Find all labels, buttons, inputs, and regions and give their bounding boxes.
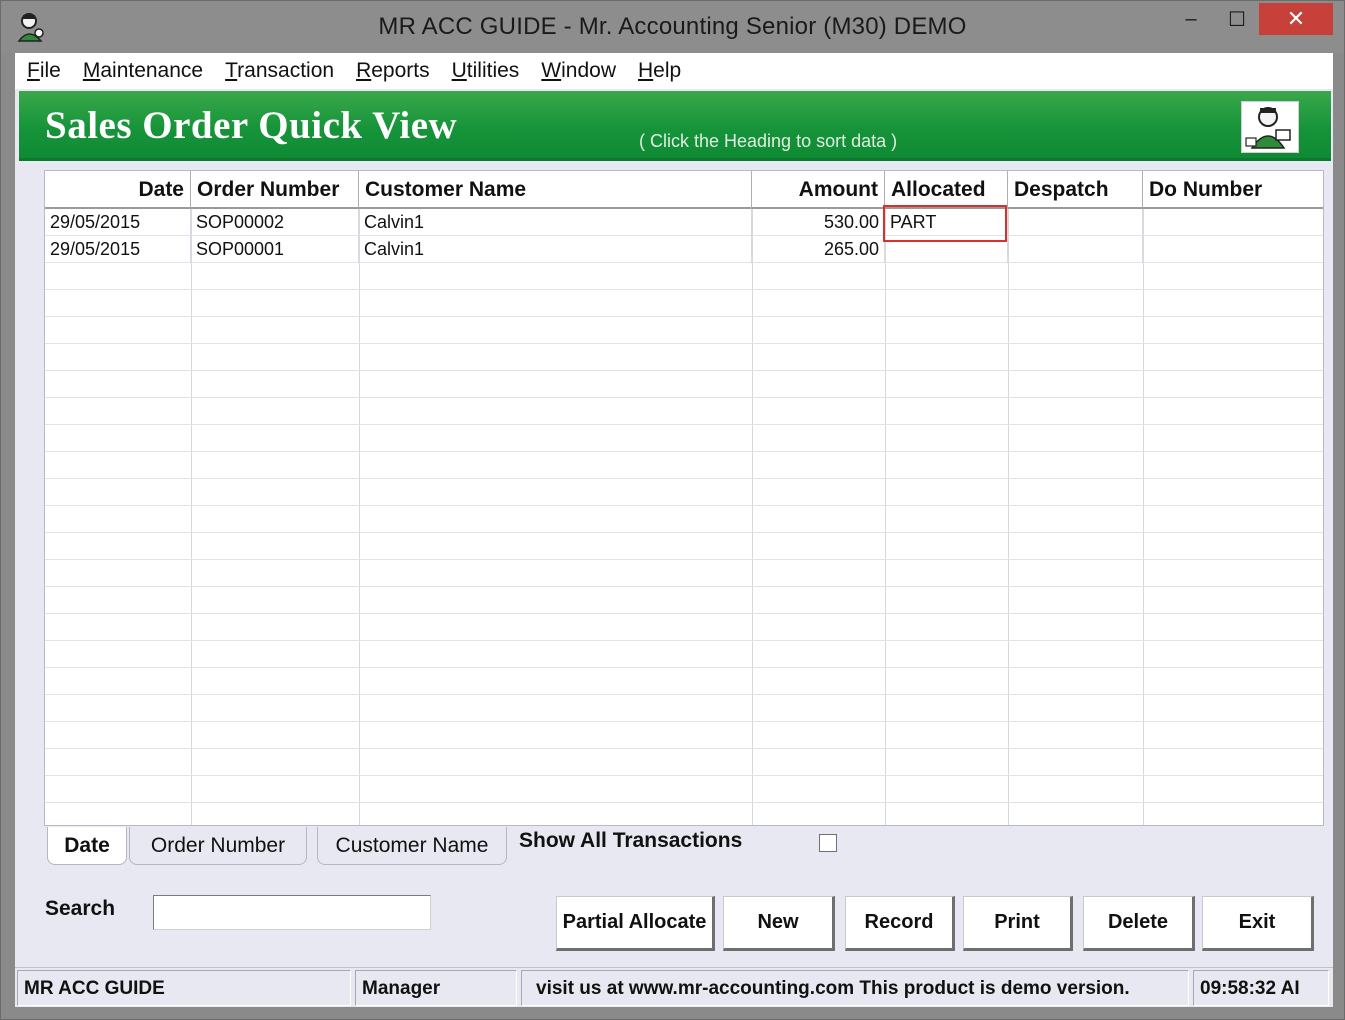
page-title: Sales Order Quick View: [45, 104, 458, 147]
column-header-despatch[interactable]: Despatch: [1008, 171, 1143, 209]
menu-maintenance-label: aintenance: [100, 59, 204, 82]
search-label: Search: [45, 897, 116, 920]
empty-table-row[interactable]: [45, 344, 1323, 371]
empty-table-row[interactable]: [45, 371, 1323, 398]
column-header-allocated[interactable]: Allocated: [885, 171, 1008, 209]
cell-despatch: [1008, 236, 1143, 263]
table-row[interactable]: 29/05/2015 SOP00002 Calvin1 530.00 PART: [45, 209, 1323, 236]
cell-date: 29/05/2015: [45, 236, 191, 263]
menu-window[interactable]: Window: [541, 59, 616, 83]
form-banner: Sales Order Quick View ( Click the Headi…: [19, 91, 1331, 161]
menu-transaction-label: ransaction: [237, 59, 335, 82]
empty-table-row[interactable]: [45, 749, 1323, 776]
column-header-customer-name[interactable]: Customer Name: [359, 171, 752, 209]
menu-utilities-key: U: [451, 59, 467, 82]
column-header-do-number[interactable]: Do Number: [1143, 171, 1323, 209]
cell-order-number: SOP00001: [191, 236, 359, 263]
tab-order-number[interactable]: Order Number: [129, 827, 307, 865]
tab-date[interactable]: Date: [47, 827, 127, 865]
sales-order-quick-view-form: Sales Order Quick View ( Click the Headi…: [15, 89, 1333, 1007]
cell-date: 29/05/2015: [45, 209, 191, 236]
empty-table-row[interactable]: [45, 263, 1323, 290]
empty-table-row[interactable]: [45, 668, 1323, 695]
menu-window-label: indow: [561, 59, 616, 82]
table-row[interactable]: 29/05/2015 SOP00001 Calvin1 265.00: [45, 236, 1323, 263]
cell-despatch: [1008, 209, 1143, 236]
empty-table-row[interactable]: [45, 398, 1323, 425]
grid-body: 29/05/2015 SOP00002 Calvin1 530.00 PART …: [45, 209, 1323, 825]
partial-allocate-button[interactable]: Partial Allocate: [556, 896, 715, 951]
menu-reports-label: eports: [371, 59, 430, 82]
empty-table-row[interactable]: [45, 641, 1323, 668]
menu-help-label: elp: [653, 59, 682, 82]
show-all-transactions-checkbox[interactable]: [819, 834, 837, 852]
column-header-amount[interactable]: Amount: [752, 171, 885, 209]
exit-button[interactable]: Exit: [1202, 896, 1314, 951]
minimize-button[interactable]: ‒: [1169, 3, 1213, 35]
empty-table-row[interactable]: [45, 776, 1323, 803]
menu-maintenance[interactable]: Maintenance: [83, 59, 203, 83]
column-header-order-number[interactable]: Order Number: [191, 171, 359, 209]
menu-transaction[interactable]: Transaction: [225, 59, 334, 83]
menu-bar: File Maintenance Transaction Reports Uti…: [15, 53, 1333, 89]
empty-table-row[interactable]: [45, 479, 1323, 506]
close-button[interactable]: ✕: [1259, 3, 1333, 35]
show-all-transactions-label[interactable]: Show All Transactions: [519, 829, 742, 853]
empty-table-row[interactable]: [45, 614, 1323, 641]
delete-button[interactable]: Delete: [1083, 896, 1195, 951]
record-button[interactable]: Record: [845, 896, 955, 951]
allocated-highlight-box: [883, 205, 1007, 242]
cell-amount: 530.00: [752, 209, 885, 236]
sales-order-grid[interactable]: Date Order Number Customer Name Amount A…: [44, 170, 1324, 826]
empty-table-row[interactable]: [45, 317, 1323, 344]
menu-transaction-key: T: [225, 59, 238, 82]
empty-table-row[interactable]: [45, 452, 1323, 479]
menu-help-key: H: [638, 59, 654, 82]
sort-hint: ( Click the Heading to sort data ): [639, 131, 898, 151]
application-window: MR ACC GUIDE - Mr. Accounting Senior (M3…: [0, 0, 1345, 1020]
window-title: MR ACC GUIDE - Mr. Accounting Senior (M3…: [378, 13, 967, 40]
empty-table-row[interactable]: [45, 290, 1323, 317]
cell-amount: 265.00: [752, 236, 885, 263]
status-app-name: MR ACC GUIDE: [17, 970, 351, 1006]
status-user: Manager: [355, 970, 517, 1006]
menu-help[interactable]: Help: [638, 59, 681, 83]
empty-table-row[interactable]: [45, 560, 1323, 587]
search-input[interactable]: [153, 895, 431, 930]
empty-table-row[interactable]: [45, 722, 1323, 749]
cell-order-number: SOP00002: [191, 209, 359, 236]
empty-table-row[interactable]: [45, 533, 1323, 560]
accountant-logo-icon: [1241, 101, 1299, 153]
cell-do-number: [1143, 236, 1323, 263]
menu-reports-key: R: [356, 59, 372, 82]
menu-reports[interactable]: Reports: [356, 59, 430, 83]
new-button[interactable]: New: [723, 896, 835, 951]
print-button[interactable]: Print: [963, 896, 1073, 951]
title-bar[interactable]: MR ACC GUIDE - Mr. Accounting Senior (M3…: [1, 1, 1344, 53]
cell-customer-name: Calvin1: [359, 209, 752, 236]
tab-customer-name[interactable]: Customer Name: [317, 827, 507, 865]
cell-customer-name: Calvin1: [359, 236, 752, 263]
status-time: 09:58:32 AI: [1193, 970, 1329, 1006]
empty-table-row[interactable]: [45, 695, 1323, 722]
empty-table-row[interactable]: [45, 425, 1323, 452]
grid-header: Date Order Number Customer Name Amount A…: [45, 171, 1323, 209]
status-message: visit us at www.mr-accounting.com This p…: [521, 970, 1189, 1006]
menu-file[interactable]: File: [27, 59, 61, 83]
menu-file-label: ile: [39, 59, 61, 82]
menu-file-key: F: [27, 59, 40, 82]
menu-maintenance-key: M: [82, 59, 101, 82]
maximize-button[interactable]: ☐: [1215, 3, 1259, 35]
empty-table-row[interactable]: [45, 587, 1323, 614]
cell-do-number: [1143, 209, 1323, 236]
column-header-date[interactable]: Date: [45, 171, 191, 209]
menu-utilities-label: tilities: [466, 59, 520, 82]
empty-table-row[interactable]: [45, 506, 1323, 533]
menu-utilities[interactable]: Utilities: [452, 59, 520, 83]
menu-window-key: W: [541, 59, 562, 82]
status-bar: MR ACC GUIDE Manager visit us at www.mr-…: [15, 967, 1333, 1007]
